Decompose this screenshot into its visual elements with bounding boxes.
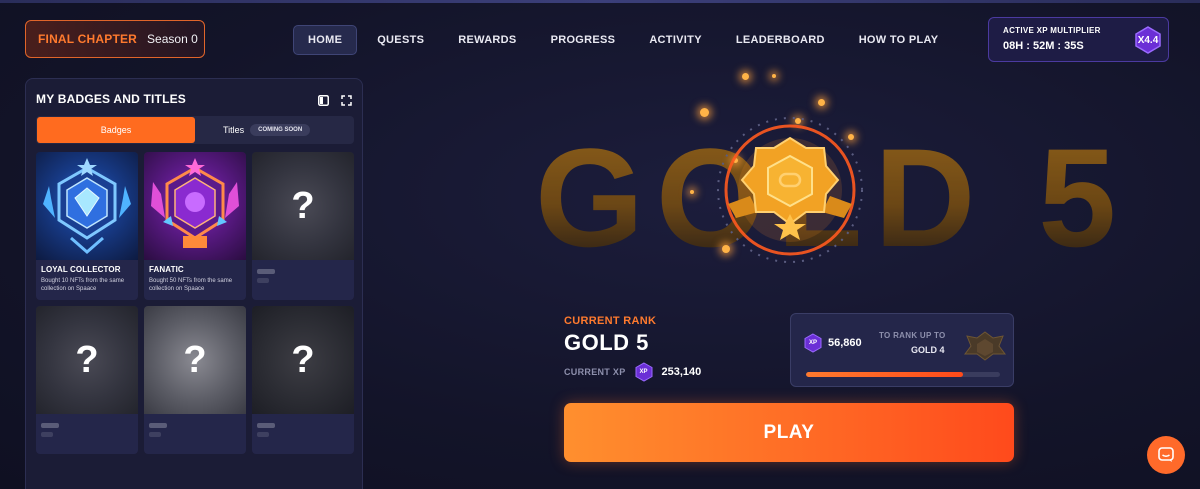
badge-grid: LOYAL COLLECTOR Bought 10 NFTs from the … — [36, 152, 354, 454]
locked-badge-icon: ? — [144, 306, 246, 414]
spark-decoration — [742, 73, 749, 80]
xp-needed: XP 56,860 — [803, 333, 862, 353]
badge-card[interactable]: LOYAL COLLECTOR Bought 10 NFTs from the … — [36, 152, 138, 300]
multiplier-value: X4.4 — [1137, 34, 1159, 46]
locked-badge-icon: ? — [252, 306, 354, 414]
current-xp-label: CURRENT XP — [564, 367, 626, 377]
spark-decoration — [818, 99, 825, 106]
nav-progress[interactable]: PROGRESS — [534, 25, 633, 55]
hidden-badge-desc — [257, 278, 269, 283]
xp-needed-value: 56,860 — [828, 337, 862, 349]
season-label: Season 0 — [147, 32, 198, 46]
badge-desc: Bought 50 NFTs from the same collection … — [149, 278, 233, 293]
play-button[interactable]: PLAY — [564, 403, 1014, 462]
badges-panel: MY BADGES AND TITLES Badges Titles COMIN… — [25, 78, 363, 489]
xp-hex-icon: XP — [634, 362, 654, 382]
locked-badge-icon: ? — [36, 306, 138, 414]
xp-badge-text: XP — [808, 340, 817, 346]
panel-title: MY BADGES AND TITLES — [36, 92, 187, 106]
nav-quests[interactable]: QUESTS — [360, 25, 441, 55]
xp-hex-icon: XP — [803, 333, 823, 353]
nav-leaderboard[interactable]: LEADERBOARD — [719, 25, 842, 55]
hidden-badge-desc — [149, 432, 161, 437]
badge-card[interactable]: FANATIC Bought 50 NFTs from the same col… — [144, 152, 246, 300]
top-accent-line — [0, 0, 1200, 3]
badge-desc: Bought 10 NFTs from the same collection … — [41, 278, 125, 293]
xp-badge-text: XP — [639, 369, 648, 375]
gold-medal-icon — [717, 117, 863, 263]
loyal-collector-badge-icon — [36, 152, 138, 260]
badge-card-locked[interactable]: ? — [252, 152, 354, 300]
badge-card-locked[interactable]: ? — [144, 306, 246, 454]
question-mark: ? — [183, 338, 207, 381]
nav-rewards[interactable]: REWARDS — [441, 25, 533, 55]
nav-how-to-play[interactable]: HOW TO PLAY — [842, 25, 956, 55]
hidden-badge-name — [257, 423, 275, 428]
xp-multiplier-card[interactable]: ACTIVE XP MULTIPLIER 08H : 52M : 35S X4.… — [988, 17, 1169, 62]
nav-home[interactable]: HOME — [293, 25, 358, 55]
spark-decoration — [690, 190, 694, 194]
locked-badge-icon: ? — [252, 152, 354, 260]
hidden-badge-desc — [41, 432, 53, 437]
coming-soon-badge: COMING SOON — [250, 124, 311, 136]
hidden-badge-desc — [257, 432, 269, 437]
next-rank-card: XP 56,860 TO RANK UP TO GOLD 4 — [790, 313, 1014, 387]
badge-name: FANATIC — [149, 265, 184, 274]
collapse-panel-icon[interactable] — [318, 93, 329, 111]
current-xp: CURRENT XP XP 253,140 — [564, 362, 701, 382]
chat-icon — [1158, 447, 1174, 462]
multiplier-hex-icon: X4.4 — [1134, 26, 1162, 54]
spark-decoration — [772, 74, 776, 78]
tab-titles-label: Titles — [223, 125, 245, 135]
next-rank-badge-icon — [964, 331, 1006, 361]
next-rank-name: GOLD 4 — [911, 345, 945, 355]
question-mark: ? — [75, 338, 99, 381]
question-mark: ? — [291, 184, 315, 227]
badge-name: LOYAL COLLECTOR — [41, 265, 121, 274]
rank-progress-fill — [806, 372, 964, 377]
chapter-selector[interactable]: FINAL CHAPTER Season 0 — [25, 20, 205, 58]
badge-card-locked[interactable]: ? — [36, 306, 138, 454]
main-nav: HOME QUESTS REWARDS PROGRESS ACTIVITY LE… — [293, 25, 955, 55]
tab-titles[interactable]: Titles COMING SOON — [223, 124, 311, 136]
hidden-badge-name — [149, 423, 167, 428]
expand-icon[interactable] — [341, 93, 352, 111]
nav-activity[interactable]: ACTIVITY — [632, 25, 719, 55]
current-rank-name: GOLD 5 — [564, 330, 649, 355]
rank-up-label: TO RANK UP TO — [879, 331, 946, 340]
fanatic-badge-icon — [144, 152, 246, 260]
question-mark: ? — [291, 338, 315, 381]
tab-badges[interactable]: Badges — [37, 117, 195, 143]
current-xp-value: 253,140 — [661, 366, 702, 378]
chapter-title: FINAL CHAPTER — [38, 32, 138, 46]
current-rank-label: CURRENT RANK — [564, 315, 657, 327]
hidden-badge-name — [257, 269, 275, 274]
badges-tabs: Badges Titles COMING SOON — [36, 116, 354, 144]
badge-card-locked[interactable]: ? — [252, 306, 354, 454]
rank-progress-bar — [806, 372, 1000, 377]
hidden-badge-name — [41, 423, 59, 428]
chat-support-button[interactable] — [1147, 436, 1185, 474]
